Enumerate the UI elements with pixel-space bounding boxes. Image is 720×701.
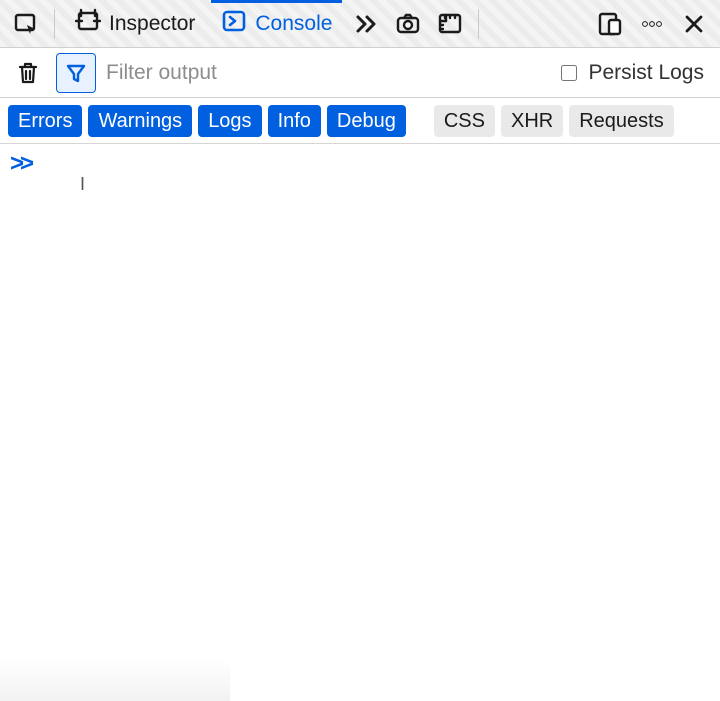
filter-info[interactable]: Info — [268, 105, 321, 137]
close-devtools-icon[interactable] — [676, 6, 712, 42]
filter-debug[interactable]: Debug — [327, 105, 406, 137]
bottom-fade — [0, 659, 230, 701]
tab-inspector[interactable]: Inspector — [65, 0, 205, 48]
inspector-icon — [75, 8, 101, 40]
console-output-area: >> I — [0, 144, 720, 701]
screenshot-icon[interactable] — [390, 6, 426, 42]
filter-errors[interactable]: Errors — [8, 105, 82, 137]
filter-css[interactable]: CSS — [434, 105, 495, 137]
pick-element-icon[interactable] — [8, 6, 44, 42]
separator — [478, 9, 479, 39]
filter-xhr[interactable]: XHR — [501, 105, 563, 137]
filter-output-input[interactable] — [104, 48, 549, 97]
separator — [54, 9, 55, 39]
console-level-filters: Errors Warnings Logs Info Debug CSS XHR … — [0, 98, 720, 144]
console-icon — [221, 8, 247, 40]
clear-console-button[interactable] — [8, 53, 48, 93]
tab-console-label: Console — [255, 12, 332, 36]
filter-toggle-button[interactable] — [56, 53, 96, 93]
persist-logs-toggle[interactable]: Persist Logs — [557, 61, 712, 85]
console-input[interactable] — [40, 153, 710, 176]
filter-warnings[interactable]: Warnings — [88, 105, 192, 137]
more-options-icon[interactable] — [634, 6, 670, 42]
filter-requests[interactable]: Requests — [569, 105, 674, 137]
console-prompt-row: >> — [0, 144, 720, 184]
overflow-tabs-icon[interactable] — [348, 6, 384, 42]
responsive-design-icon[interactable] — [592, 6, 628, 42]
prompt-chevron-icon: >> — [10, 150, 30, 178]
tab-inspector-label: Inspector — [109, 12, 195, 36]
ruler-icon[interactable] — [432, 6, 468, 42]
filter-logs[interactable]: Logs — [198, 105, 261, 137]
persist-logs-label: Persist Logs — [588, 61, 704, 85]
devtools-tab-bar: Inspector Console — [0, 0, 720, 48]
tab-console[interactable]: Console — [211, 0, 342, 48]
console-filter-bar: Persist Logs — [0, 48, 720, 98]
persist-logs-checkbox[interactable] — [561, 65, 577, 81]
